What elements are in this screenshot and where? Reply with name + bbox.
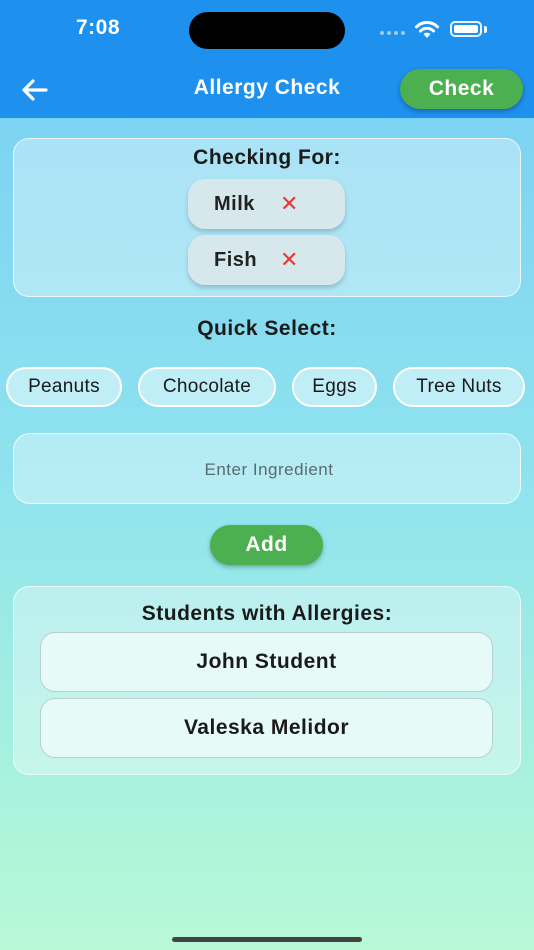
- allergen-chip-fish: Fish ✕: [188, 235, 345, 285]
- allergen-chip-label: Milk: [214, 192, 255, 215]
- wifi-icon: [415, 21, 439, 38]
- nav-bar: Allergy Check Check: [0, 60, 534, 118]
- allergen-chip-label: Fish: [214, 248, 258, 271]
- remove-icon[interactable]: ✕: [280, 191, 298, 217]
- cellular-signal-icon: [380, 31, 405, 35]
- ingredient-input[interactable]: [14, 434, 524, 505]
- checking-for-title: Checking For:: [193, 146, 341, 169]
- student-item[interactable]: Valeska Melidor: [40, 698, 493, 758]
- students-title: Students with Allergies:: [141, 602, 393, 625]
- quick-select-eggs[interactable]: Eggs: [292, 367, 377, 407]
- battery-tip: [484, 26, 487, 33]
- home-indicator: [172, 937, 362, 942]
- quick-select-title: Quick Select:: [197, 317, 337, 340]
- quick-select-tree-nuts[interactable]: Tree Nuts: [393, 367, 525, 407]
- dynamic-island: [189, 12, 345, 49]
- quick-select-peanuts[interactable]: Peanuts: [6, 367, 122, 407]
- student-item[interactable]: John Student: [40, 632, 493, 692]
- allergen-chip-milk: Milk ✕: [188, 179, 345, 229]
- battery-icon: [450, 21, 482, 37]
- check-button[interactable]: Check: [400, 69, 523, 109]
- status-bar: 7:08: [0, 0, 534, 60]
- quick-select-chocolate[interactable]: Chocolate: [138, 367, 276, 407]
- status-time: 7:08: [76, 16, 121, 39]
- ingredient-input-container: [13, 433, 524, 505]
- add-button[interactable]: Add: [210, 525, 323, 565]
- remove-icon[interactable]: ✕: [280, 247, 298, 273]
